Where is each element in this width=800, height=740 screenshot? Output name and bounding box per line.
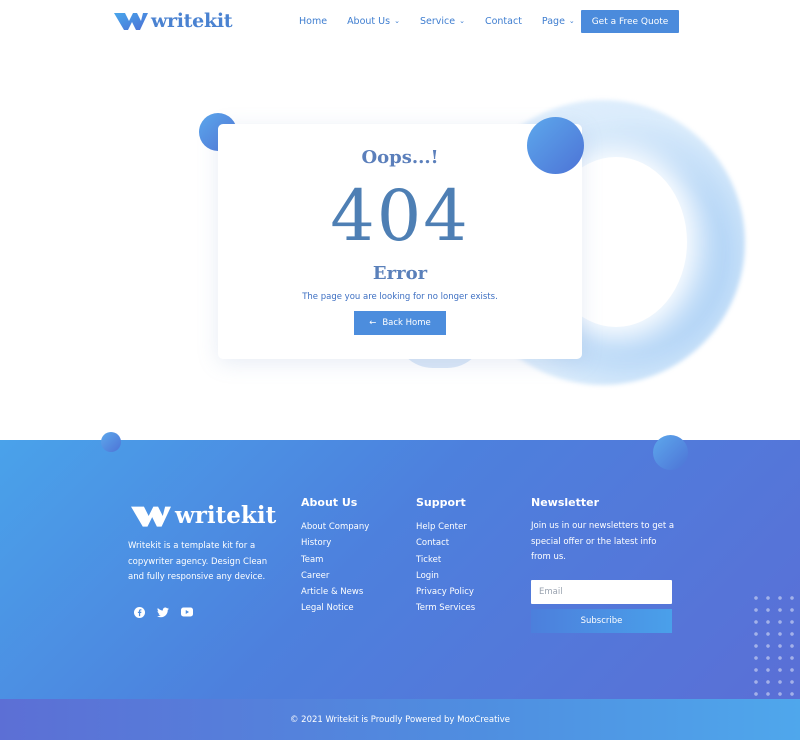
footer-logo[interactable]: writekit [131, 502, 276, 529]
footer-link[interactable]: Legal Notice [301, 600, 369, 616]
social-links [133, 606, 193, 618]
email-input[interactable] [531, 580, 672, 604]
footer-link[interactable]: Article & News [301, 584, 369, 600]
nav-contact-label: Contact [484, 16, 522, 27]
error-title: Error [372, 263, 428, 284]
decorative-bubble [653, 435, 688, 470]
decorative-dots [750, 592, 800, 700]
newsletter-text: Join us in our newsletters to get a spec… [531, 521, 675, 562]
back-home-button[interactable]: ← Back Home [354, 311, 446, 335]
subscribe-button[interactable]: Subscribe [531, 609, 672, 633]
footer-link[interactable]: Login [416, 568, 475, 584]
footer-about-column: About Us About Company History Team Care… [301, 496, 369, 617]
copyright-text: © 2021 Writekit is Proudly Powered by Mo… [289, 714, 511, 725]
writekit-logo-icon [131, 506, 171, 527]
footer-link[interactable]: Career [301, 568, 369, 584]
twitter-icon[interactable] [157, 606, 169, 618]
error-message: The page you are looking for no longer e… [302, 292, 498, 302]
footer-description: Writekit is a template kit for a copywri… [128, 541, 268, 582]
footer-link[interactable]: Privacy Policy [416, 584, 475, 600]
site-logo[interactable]: writekit [114, 10, 233, 32]
nav-home-label: Home [299, 16, 328, 27]
site-header: writekit Home About Us ⌄ Service ⌄ Contact… [0, 0, 800, 44]
decorative-bubble [101, 432, 121, 452]
site-footer [0, 440, 800, 700]
footer-link[interactable]: Team [301, 552, 369, 568]
footer-link[interactable]: Ticket [416, 552, 475, 568]
chevron-down-icon: ⌄ [394, 16, 400, 25]
youtube-icon[interactable] [181, 606, 193, 618]
footer-newsletter-title: Newsletter [531, 496, 600, 509]
logo-text: writekit [151, 10, 233, 32]
get-quote-button[interactable]: Get a Free Quote [581, 10, 679, 33]
nav-page[interactable]: Page ⌄ [542, 16, 575, 27]
footer-support-title: Support [416, 496, 466, 509]
writekit-logo-icon [114, 13, 148, 30]
footer-about-title: About Us [301, 496, 358, 509]
footer-link[interactable]: History [301, 535, 369, 551]
chevron-down-icon: ⌄ [568, 16, 575, 25]
nav-about-us-label: About Us [347, 16, 391, 27]
footer-link[interactable]: Term Services [416, 600, 475, 616]
footer-link[interactable]: About Company [301, 519, 369, 535]
error-code: 404 [330, 175, 470, 257]
nav-service-label: Service [419, 16, 456, 27]
back-home-label: Back Home [382, 318, 431, 328]
decorative-bubble [527, 117, 584, 174]
arrow-left-icon: ← [369, 318, 377, 328]
footer-link[interactable]: Contact [416, 535, 475, 551]
error-card: Oops...! 404 Error The page you are look… [218, 124, 582, 359]
nav-home[interactable]: Home [299, 16, 327, 27]
footer-logo-text: writekit [175, 502, 277, 529]
chevron-down-icon: ⌄ [459, 16, 465, 25]
facebook-icon[interactable] [133, 606, 145, 618]
footer-newsletter-column: Newsletter Join us in our newsletters to… [531, 496, 676, 566]
nav-about-us[interactable]: About Us ⌄ [347, 16, 400, 27]
copyright-bar: © 2021 Writekit is Proudly Powered by Mo… [0, 699, 800, 740]
nav-page-label: Page [541, 16, 565, 27]
main-nav: Home About Us ⌄ Service ⌄ Contact Page ⌄ [299, 16, 595, 27]
footer-link[interactable]: Help Center [416, 519, 475, 535]
nav-contact[interactable]: Contact [485, 16, 522, 27]
nav-service[interactable]: Service ⌄ [420, 16, 465, 27]
footer-support-column: Support Help Center Contact Ticket Login… [416, 496, 475, 617]
